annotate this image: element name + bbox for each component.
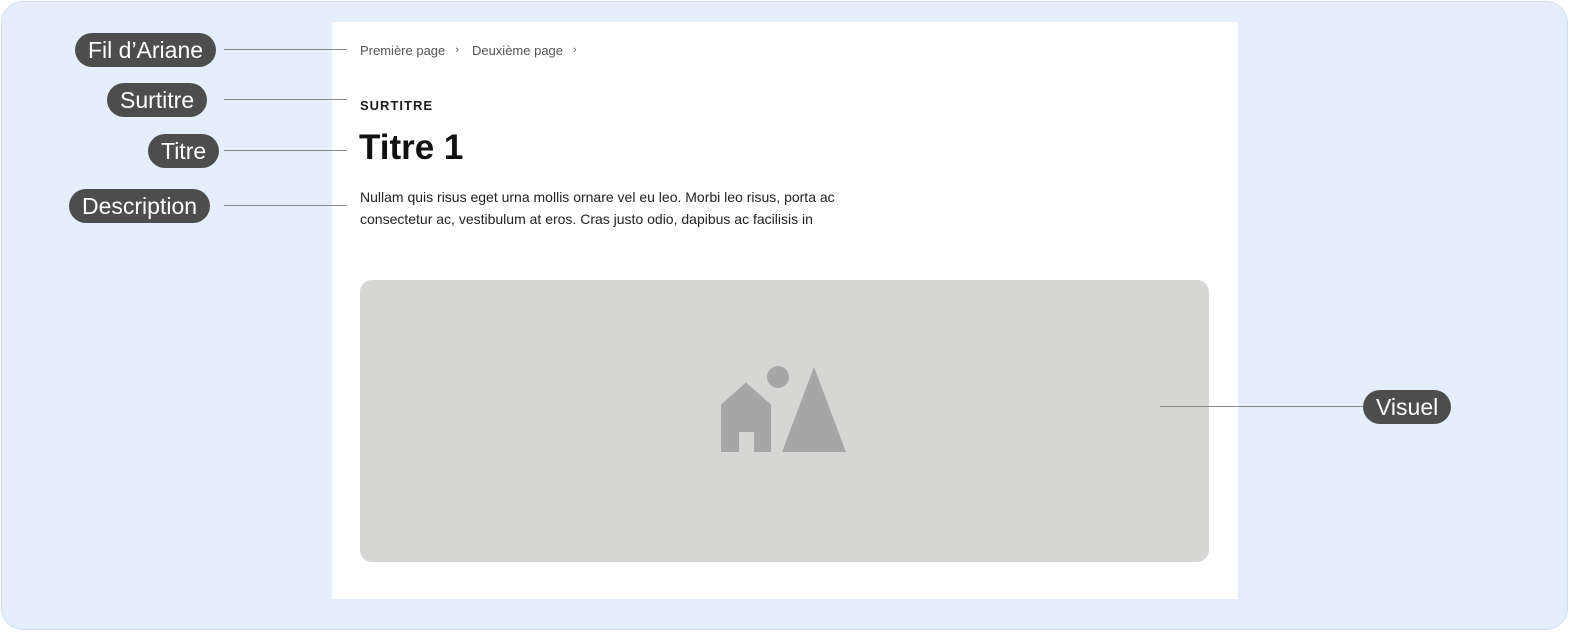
image-placeholder-icon	[721, 366, 846, 452]
chevron-right-icon: ›	[573, 43, 577, 56]
leader-line-fil-ariane	[224, 49, 347, 50]
leader-line-surtitre	[224, 99, 347, 100]
leader-line-description	[224, 205, 347, 206]
breadcrumb-item-second[interactable]: Deuxième page	[472, 43, 563, 58]
chevron-right-icon: ›	[455, 43, 459, 56]
leader-line-visuel	[1160, 406, 1365, 407]
surtitre: SURTITRE	[360, 98, 433, 113]
breadcrumb-item-first[interactable]: Première page	[360, 43, 445, 58]
annotation-surtitre: Surtitre	[107, 83, 208, 117]
page-title: Titre 1	[359, 128, 464, 167]
annotation-fil-ariane: Fil d’Ariane	[75, 33, 217, 67]
diagram-frame: Première page › Deuxième page › SURTITRE…	[1, 1, 1568, 630]
visual-placeholder	[360, 280, 1209, 562]
annotation-description: Description	[69, 189, 211, 223]
page-header-mockup: Première page › Deuxième page › SURTITRE…	[332, 22, 1238, 599]
leader-line-titre	[224, 150, 347, 151]
description: Nullam quis risus eget urna mollis ornar…	[360, 189, 835, 227]
annotation-visuel: Visuel	[1363, 390, 1452, 424]
annotation-titre: Titre	[148, 134, 220, 168]
breadcrumb: Première page › Deuxième page ›	[360, 43, 590, 58]
